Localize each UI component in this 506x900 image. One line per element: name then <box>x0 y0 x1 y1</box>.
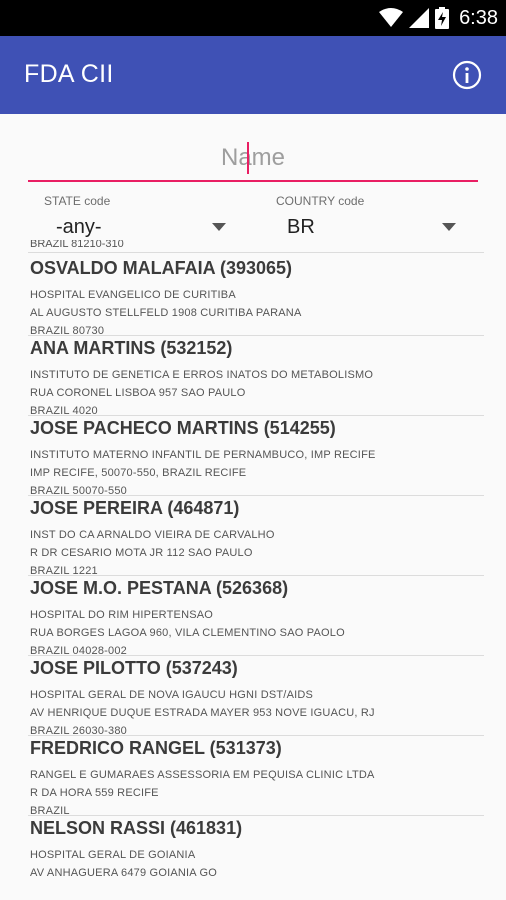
investigator-list[interactable]: BRAZIL 81210-310 OSVALDO MALAFAIA (39306… <box>0 240 506 900</box>
country-code-spinner[interactable]: BR <box>287 216 315 239</box>
address-line: R DR CESARIO MOTA JR 112 SAO PAULO <box>30 547 253 559</box>
institution-line: INSTITUTO MATERNO INFANTIL DE PERNAMBUCO… <box>30 449 376 461</box>
battery-charging-icon <box>435 7 450 29</box>
cell-signal-icon <box>409 8 430 28</box>
investigator-name: FREDRICO RANGEL (531373) <box>30 738 282 758</box>
institution-line: HOSPITAL GERAL DE GOIANIA <box>30 849 196 861</box>
list-item[interactable]: JOSE PILOTTO (537243) HOSPITAL GERAL DE … <box>0 656 506 737</box>
dropdown-arrow-icon[interactable] <box>212 223 226 231</box>
status-icons: 6:38 <box>379 0 498 36</box>
country-code-label: COUNTRY code <box>276 194 365 208</box>
address-line: R DA HORA 559 RECIFE <box>30 787 159 799</box>
address-line: AV ANHAGUERA 6479 GOIANIA GO <box>30 867 217 879</box>
investigator-name: JOSE M.O. PESTANA (526368) <box>30 578 289 598</box>
text-cursor <box>247 142 249 174</box>
status-time: 6:38 <box>459 6 498 29</box>
list-item[interactable]: NELSON RASSI (461831) HOSPITAL GERAL DE … <box>0 816 506 896</box>
list-item[interactable]: OSVALDO MALAFAIA (393065) HOSPITAL EVANG… <box>0 256 506 337</box>
state-code-spinner[interactable]: -any- <box>56 216 102 239</box>
investigator-name: NELSON RASSI (461831) <box>30 818 243 838</box>
investigator-name: JOSE PEREIRA (464871) <box>30 498 240 518</box>
address-line: RUA BORGES LAGOA 960, VILA CLEMENTINO SA… <box>30 627 345 639</box>
dropdown-arrow-icon[interactable] <box>442 223 456 231</box>
wifi-icon <box>379 8 404 27</box>
list-item[interactable]: FREDRICO RANGEL (531373) RANGEL E GUMARA… <box>0 736 506 817</box>
partial-list-line: BRAZIL 81210-310 <box>30 240 124 250</box>
investigator-name: ANA MARTINS (532152) <box>30 338 233 358</box>
divider <box>28 252 484 253</box>
list-item[interactable]: JOSE PACHECO MARTINS (514255) INSTITUTO … <box>0 416 506 497</box>
name-search-input[interactable] <box>28 138 478 178</box>
list-item[interactable]: JOSE M.O. PESTANA (526368) HOSPITAL DO R… <box>0 576 506 657</box>
app-bar: FDA CII <box>0 36 506 114</box>
institution-line: HOSPITAL DO RIM HIPERTENSAO <box>30 609 214 621</box>
investigator-name: JOSE PACHECO MARTINS (514255) <box>30 418 336 438</box>
search-field-container <box>28 138 478 182</box>
status-bar: 6:38 <box>0 0 506 36</box>
address-line: AV HENRIQUE DUQUE ESTRADA MAYER 953 NOVE… <box>30 707 375 719</box>
institution-line: INST DO CA ARNALDO VIEIRA DE CARVALHO <box>30 529 275 541</box>
state-code-label: STATE code <box>44 194 111 208</box>
address-line: IMP RECIFE, 50070-550, BRAZIL RECIFE <box>30 467 247 479</box>
list-item[interactable]: JOSE PEREIRA (464871) INST DO CA ARNALDO… <box>0 496 506 577</box>
investigator-name: OSVALDO MALAFAIA (393065) <box>30 258 293 278</box>
list-item[interactable]: ANA MARTINS (532152) INSTITUTO DE GENETI… <box>0 336 506 417</box>
app-title: FDA CII <box>24 60 114 88</box>
info-icon[interactable] <box>452 60 482 90</box>
institution-line: HOSPITAL GERAL DE NOVA IGAUCU HGNI DST/A… <box>30 689 314 701</box>
address-line: AL AUGUSTO STELLFELD 1908 CURITIBA PARAN… <box>30 307 302 319</box>
investigator-name: JOSE PILOTTO (537243) <box>30 658 238 678</box>
address-line: RUA CORONEL LISBOA 957 SAO PAULO <box>30 387 246 399</box>
institution-line: HOSPITAL EVANGELICO DE CURITIBA <box>30 289 236 301</box>
institution-line: INSTITUTO DE GENETICA E ERROS INATOS DO … <box>30 369 374 381</box>
institution-line: RANGEL E GUMARAES ASSESSORIA EM PEQUISA … <box>30 769 375 781</box>
